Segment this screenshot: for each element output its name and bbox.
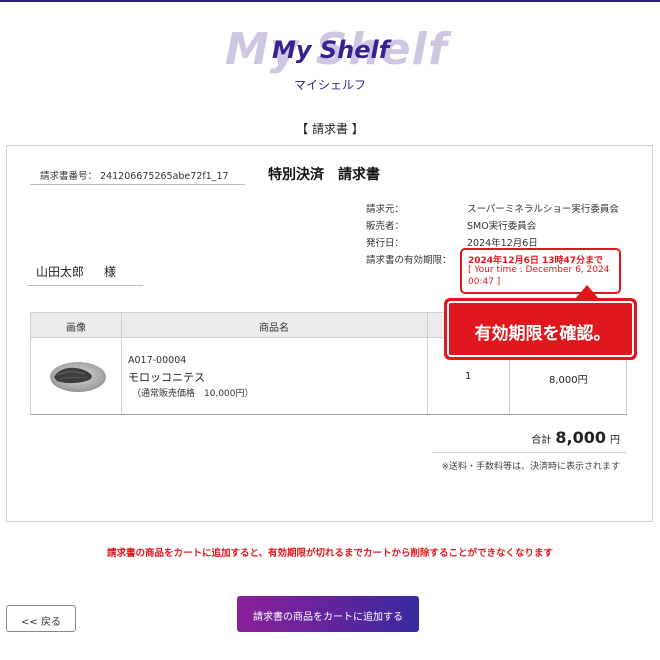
info-key: 販売者： <box>366 221 405 232</box>
header-image: 画像 <box>66 323 86 334</box>
column-divider <box>427 313 428 414</box>
total-divider <box>432 452 627 453</box>
info-value: 2024年12月6日 <box>467 238 538 249</box>
product-image <box>45 353 107 395</box>
info-value: スーパーミネラルショー実行委員会 <box>467 204 619 215</box>
invoice-number-value: 241206675265abe72f1_17 <box>100 171 229 182</box>
callout-pointer <box>575 285 599 299</box>
expiry-callout: 有効期限を確認。 <box>444 298 637 360</box>
customer-name-value: 山田太郎 <box>36 265 85 279</box>
cart-lock-warning: 請求書の商品をカートに追加すると、有効期限が切れるまでカートから削除することがで… <box>106 548 554 559</box>
header-product-name: 商品名 <box>259 323 289 334</box>
product-quantity: 1 <box>465 371 472 382</box>
total-amount: 8,000 <box>555 428 606 447</box>
site-logo[interactable]: My Shelf My Shelf マイシェルフ <box>0 24 660 98</box>
total-label: 合計 <box>531 435 552 446</box>
logo-text: My Shelf <box>272 36 390 64</box>
product-name: モロッコニテス <box>128 371 205 384</box>
callout-border: 有効期限を確認。 <box>447 301 634 357</box>
column-divider <box>121 313 122 414</box>
product-code: A017-00004 <box>128 355 187 366</box>
expiry-your-time-cont: 00:47 ] <box>468 277 501 287</box>
info-key: 請求元： <box>366 204 405 215</box>
page-title: 【 請求書 】 <box>296 122 364 136</box>
logo-subtitle: マイシェルフ <box>293 78 366 92</box>
customer-honorific: 様 <box>104 265 117 279</box>
info-key: 請求書の有効期限： <box>366 255 452 266</box>
product-regular-price: （通常販売価格 10,000円） <box>132 389 254 399</box>
expiry-your-time: [ Your time : December 6, 2024 <box>468 265 610 275</box>
invoice-total: 合計 8,000 円 <box>430 428 620 447</box>
info-value: SMO実行委員会 <box>467 221 537 232</box>
add-to-cart-button[interactable]: 請求書の商品をカートに追加する <box>237 596 419 632</box>
invoice-title: 特別決済 請求書 <box>268 167 380 183</box>
fee-note: ※送料・手数料等は、決済時に表示されます <box>441 462 620 472</box>
row-divider <box>31 414 626 415</box>
total-currency: 円 <box>610 435 620 446</box>
back-button[interactable]: << 戻る <box>6 605 76 632</box>
invoice-number: 請求書番号： 241206675265abe72f1_17 <box>30 165 245 185</box>
product-price: 8,000円 <box>549 375 588 386</box>
info-key: 発行日： <box>366 238 405 249</box>
top-border-line <box>0 0 660 2</box>
customer-name: 山田太郎 様 <box>28 260 143 286</box>
invoice-number-label: 請求書番号： <box>40 171 98 182</box>
callout-text: 有効期限を確認。 <box>474 324 611 344</box>
